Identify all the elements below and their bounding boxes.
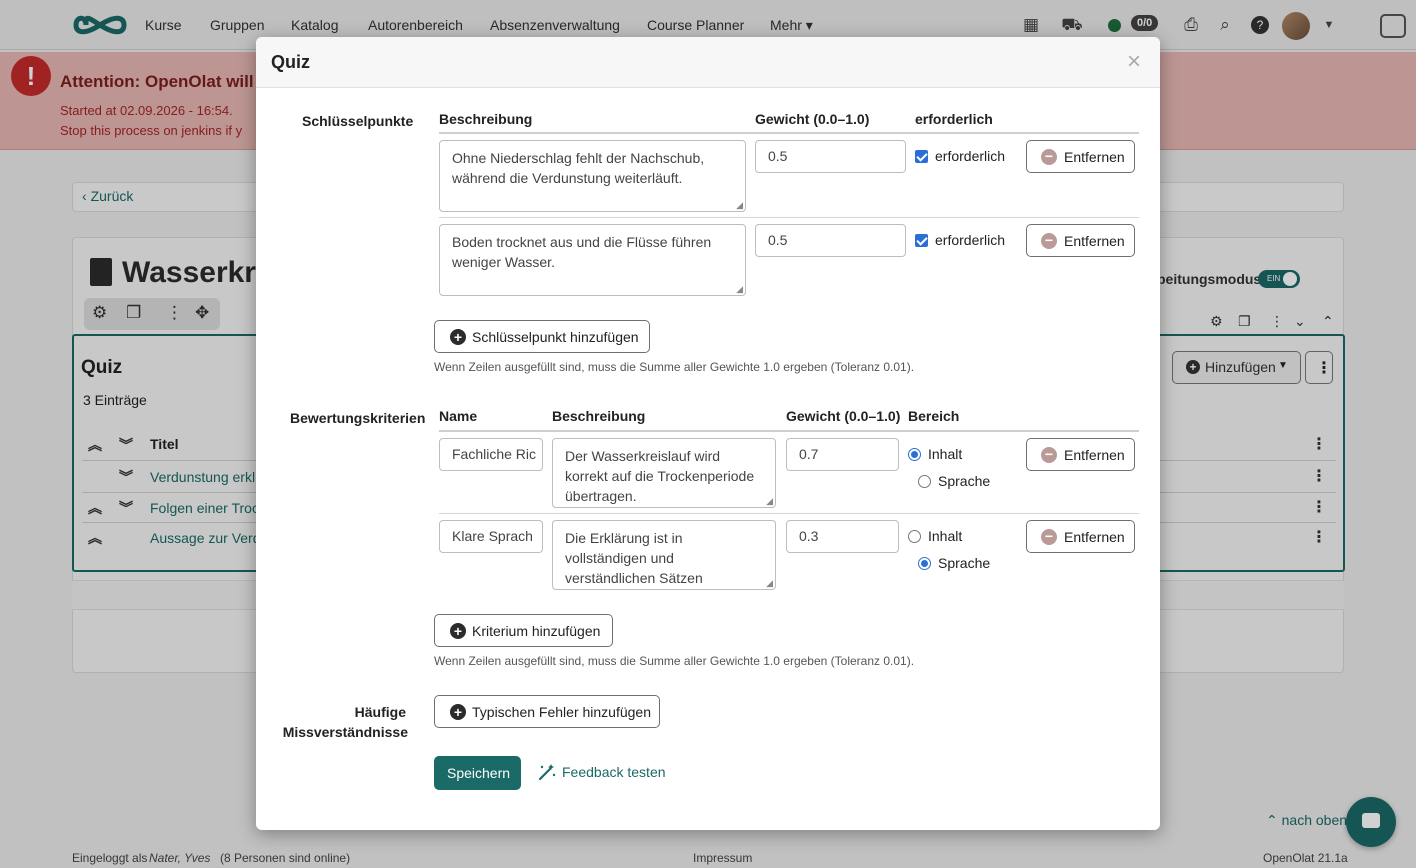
- divider: [439, 430, 1139, 432]
- minus-circle-icon: −: [1041, 149, 1057, 165]
- add-misconception-button[interactable]: + Typischen Fehler hinzufügen: [434, 695, 660, 728]
- range-radio-sprache[interactable]: [918, 557, 931, 570]
- close-icon[interactable]: ×: [1127, 48, 1141, 76]
- minus-circle-icon: −: [1041, 447, 1057, 463]
- divider: [439, 217, 1139, 218]
- magic-wand-icon[interactable]: [538, 763, 556, 781]
- resize-handle-icon[interactable]: ◢: [736, 201, 743, 210]
- key-point-description[interactable]: Ohne Niederschlag fehlt der Nachschub, w…: [439, 140, 746, 212]
- range-radio-inhalt[interactable]: [908, 530, 921, 543]
- remove-button[interactable]: − Entfernen: [1026, 520, 1135, 553]
- range-radio-sprache[interactable]: [918, 475, 931, 488]
- criterion-weight[interactable]: 0.3: [786, 520, 899, 553]
- criterion-name[interactable]: Fachliche Ric: [439, 438, 543, 471]
- col-description: Beschreibung: [552, 408, 646, 424]
- add-criterion-button[interactable]: + Kriterium hinzufügen: [434, 614, 613, 647]
- key-point-weight[interactable]: 0.5: [755, 224, 906, 257]
- range-label-sprache[interactable]: Sprache: [938, 473, 990, 489]
- range-radio-inhalt[interactable]: [908, 448, 921, 461]
- minus-circle-icon: −: [1041, 233, 1057, 249]
- plus-circle-icon: +: [450, 623, 466, 639]
- required-checkbox[interactable]: [915, 234, 928, 247]
- criterion-name[interactable]: Klare Sprach: [439, 520, 543, 553]
- quiz-modal: Quiz × Schlüsselpunkte Beschreibung Gewi…: [256, 37, 1160, 830]
- criterion-description[interactable]: Die Erklärung ist in vollständigen und v…: [552, 520, 776, 590]
- key-points-label: Schlüsselpunkte: [302, 113, 414, 129]
- resize-handle-icon[interactable]: ◢: [766, 497, 773, 506]
- misconceptions-label-line1: Häufige: [354, 704, 406, 720]
- criterion-weight[interactable]: 0.7: [786, 438, 899, 471]
- col-weight: Gewicht (0.0–1.0): [755, 111, 870, 127]
- required-label[interactable]: erforderlich: [935, 232, 1005, 248]
- misconceptions-label-line2: Missverständnisse: [282, 724, 408, 740]
- col-name: Name: [439, 408, 478, 424]
- range-label-sprache[interactable]: Sprache: [938, 555, 990, 571]
- remove-button[interactable]: − Entfernen: [1026, 140, 1135, 173]
- key-point-description[interactable]: Boden trocknet aus und die Flüsse führen…: [439, 224, 746, 296]
- minus-circle-icon: −: [1041, 529, 1057, 545]
- required-checkbox[interactable]: [915, 150, 928, 163]
- col-required: erforderlich: [915, 111, 993, 127]
- save-button[interactable]: Speichern: [434, 756, 521, 790]
- resize-handle-icon[interactable]: ◢: [736, 285, 743, 294]
- add-key-point-button[interactable]: + Schlüsselpunkt hinzufügen: [434, 320, 650, 353]
- resize-handle-icon[interactable]: ◢: [766, 579, 773, 588]
- col-range: Bereich: [908, 408, 960, 424]
- feedback-test-link[interactable]: Feedback testen: [562, 764, 666, 780]
- criterion-description[interactable]: Der Wasserkreislauf wird korrekt auf die…: [552, 438, 776, 508]
- plus-circle-icon: +: [450, 329, 466, 345]
- modal-title: Quiz: [271, 52, 310, 72]
- remove-button[interactable]: − Entfernen: [1026, 438, 1135, 471]
- criteria-label: Bewertungskriterien: [290, 410, 426, 426]
- col-description: Beschreibung: [439, 111, 533, 127]
- key-point-weight[interactable]: 0.5: [755, 140, 906, 173]
- required-label[interactable]: erforderlich: [935, 148, 1005, 164]
- weight-hint: Wenn Zeilen ausgefüllt sind, muss die Su…: [434, 360, 915, 374]
- divider: [439, 132, 1139, 134]
- col-weight: Gewicht (0.0–1.0): [786, 408, 901, 424]
- remove-button[interactable]: − Entfernen: [1026, 224, 1135, 257]
- modal-header: Quiz ×: [256, 37, 1160, 88]
- plus-circle-icon: +: [450, 704, 466, 720]
- divider: [439, 513, 1139, 514]
- range-label-inhalt[interactable]: Inhalt: [928, 446, 962, 462]
- range-label-inhalt[interactable]: Inhalt: [928, 528, 962, 544]
- weight-hint: Wenn Zeilen ausgefüllt sind, muss die Su…: [434, 654, 915, 668]
